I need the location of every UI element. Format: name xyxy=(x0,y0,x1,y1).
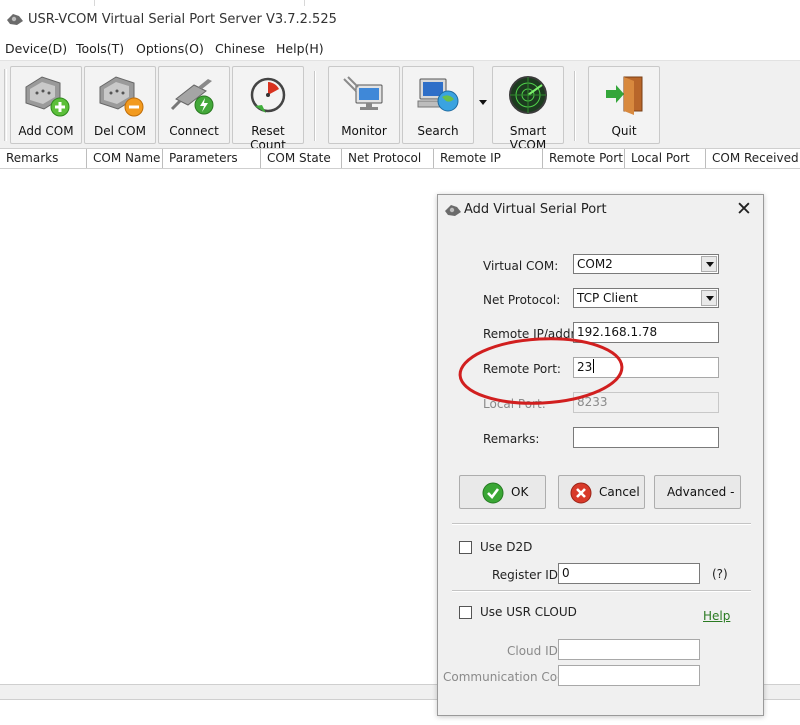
quit-label: Quit xyxy=(611,124,637,138)
exit-door-icon xyxy=(606,76,643,115)
connect-label: Connect xyxy=(169,124,219,138)
search-button[interactable]: Search xyxy=(402,66,474,144)
cancel-x-icon xyxy=(570,482,592,504)
chevron-down-icon[interactable] xyxy=(701,290,717,306)
del-com-label: Del COM xyxy=(94,124,146,138)
net-protocol-select[interactable]: TCP Client xyxy=(573,288,719,308)
cancel-button[interactable]: Cancel xyxy=(558,475,645,509)
register-id-help[interactable]: (?) xyxy=(712,567,728,581)
menu-tools[interactable]: Tools(T) xyxy=(76,41,124,56)
toolbar-separator xyxy=(314,71,316,141)
search-label: Search xyxy=(417,124,459,138)
register-id-label: Register ID xyxy=(492,568,558,582)
quit-button[interactable]: Quit xyxy=(588,66,660,144)
register-id-input[interactable]: 0 xyxy=(558,563,700,584)
del-com-button[interactable]: Del COM xyxy=(84,66,156,144)
usr-vcom-app-icon xyxy=(7,14,23,25)
connect-button[interactable]: Connect xyxy=(158,66,230,144)
use-d2d-checkbox[interactable] xyxy=(459,541,472,554)
search-computer-globe-icon xyxy=(417,78,459,112)
virtual-com-select[interactable]: COM2 xyxy=(573,254,719,274)
divider xyxy=(452,523,751,525)
net-protocol-label: Net Protocol: xyxy=(483,293,561,307)
add-virtual-serial-port-dialog: Add Virtual Serial Port ✕ Virtual COM: C… xyxy=(437,194,764,716)
divider xyxy=(452,590,751,592)
toolbar-grip[interactable] xyxy=(4,69,7,141)
remarks-input[interactable] xyxy=(573,427,719,448)
reset-count-button[interactable]: Reset Count xyxy=(232,66,304,152)
column-header-com-state[interactable]: COM State xyxy=(261,149,342,168)
column-header-net-protocol[interactable]: Net Protocol xyxy=(342,149,434,168)
column-header-local-port[interactable]: Local Port xyxy=(625,149,706,168)
remote-port-label: Remote Port: xyxy=(483,362,561,376)
menu-bar: Device(D) Tools(T) Options(O) Chinese He… xyxy=(0,38,800,60)
ok-label: OK xyxy=(511,485,529,499)
advanced-label: Advanced - xyxy=(667,485,735,499)
smart-vcom-button[interactable]: Smart VCOM xyxy=(492,66,564,152)
advanced-button[interactable]: Advanced - xyxy=(654,475,741,509)
local-port-input: 8233 xyxy=(573,392,719,413)
remote-ip-input[interactable]: 192.168.1.78 xyxy=(573,322,719,343)
serial-plug-add-icon xyxy=(25,76,70,117)
remote-port-input[interactable]: 23 xyxy=(573,357,719,378)
chevron-down-icon[interactable] xyxy=(701,256,717,272)
window-title: USR-VCOM Virtual Serial Port Server V3.7… xyxy=(28,12,337,27)
column-header-com-name[interactable]: COM Name xyxy=(87,149,163,168)
menu-help[interactable]: Help(H) xyxy=(276,41,324,56)
monitor-network-icon xyxy=(343,76,383,110)
ok-button[interactable]: OK xyxy=(459,475,546,509)
column-header-parameters[interactable]: Parameters xyxy=(163,149,261,168)
use-d2d-label: Use D2D xyxy=(480,540,533,554)
usr-vcom-app-icon xyxy=(445,205,461,216)
communication-code-input[interactable] xyxy=(558,665,700,686)
remarks-label: Remarks: xyxy=(483,432,540,446)
column-header-remote-ip[interactable]: Remote IP xyxy=(434,149,543,168)
network-plug-connect-icon xyxy=(170,79,214,115)
menu-device[interactable]: Device(D) xyxy=(5,41,67,56)
cloud-id-input[interactable] xyxy=(558,639,700,660)
menu-chinese[interactable]: Chinese xyxy=(215,41,265,56)
help-link[interactable]: Help xyxy=(703,609,730,623)
toolbar: Add COM Del COM Connect Reset Count Moni… xyxy=(0,60,800,152)
toolbar-separator xyxy=(574,71,576,141)
close-icon[interactable]: ✕ xyxy=(731,197,757,221)
menu-options[interactable]: Options(O) xyxy=(136,41,204,56)
serial-plug-remove-icon xyxy=(99,76,144,117)
use-usr-cloud-checkbox[interactable] xyxy=(459,606,472,619)
add-com-button[interactable]: Add COM xyxy=(10,66,82,144)
reset-gauge-icon xyxy=(250,77,286,113)
column-header-com-received[interactable]: COM Received xyxy=(706,149,800,168)
virtual-com-value: COM2 xyxy=(577,257,613,271)
column-header-remote-port[interactable]: Remote Port xyxy=(543,149,625,168)
column-header-remarks[interactable]: Remarks xyxy=(0,149,87,168)
remote-port-value: 23 xyxy=(577,360,593,374)
remote-ip-label: Remote IP/addr: xyxy=(483,327,580,341)
virtual-com-label: Virtual COM: xyxy=(483,259,559,273)
monitor-button[interactable]: Monitor xyxy=(328,66,400,144)
taskbar-strip xyxy=(0,0,800,6)
radar-icon xyxy=(509,76,547,114)
cloud-id-label: Cloud ID xyxy=(507,644,558,658)
local-port-label: Local Port: xyxy=(483,397,546,411)
port-list-header: Remarks COM Name Parameters COM State Ne… xyxy=(0,148,800,169)
search-dropdown-arrow-icon[interactable] xyxy=(478,99,488,107)
title-bar: USR-VCOM Virtual Serial Port Server V3.7… xyxy=(0,0,800,38)
cancel-label: Cancel xyxy=(599,485,640,499)
text-cursor xyxy=(593,359,595,373)
check-icon xyxy=(482,482,504,504)
use-usr-cloud-label: Use USR CLOUD xyxy=(480,605,577,619)
communication-code-label: Communication Code xyxy=(443,670,573,684)
monitor-label: Monitor xyxy=(341,124,387,138)
net-protocol-value: TCP Client xyxy=(577,291,638,305)
dialog-title: Add Virtual Serial Port xyxy=(464,202,607,217)
add-com-label: Add COM xyxy=(18,124,74,138)
